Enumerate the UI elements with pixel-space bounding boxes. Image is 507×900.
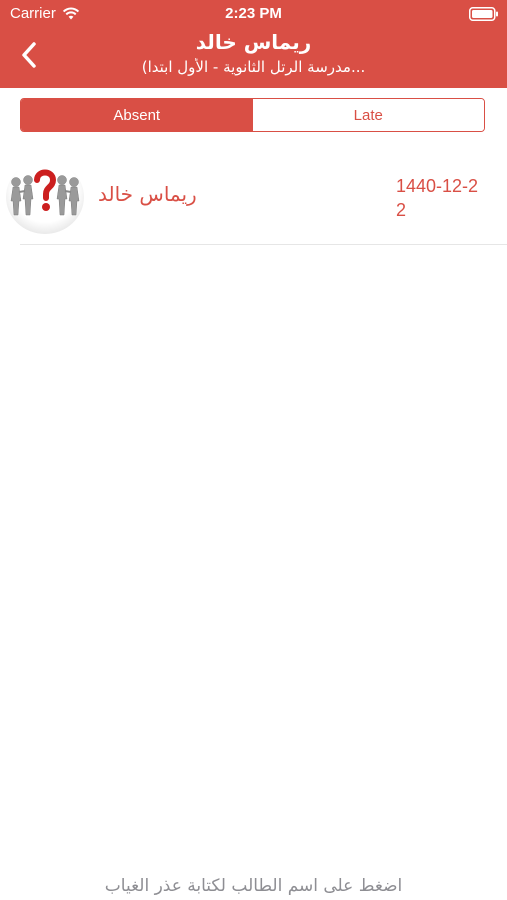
back-button[interactable] (14, 38, 44, 72)
student-name[interactable]: ريماس خالد (98, 182, 197, 206)
page-title: ريماس خالد (195, 30, 312, 54)
footer-hint: اضغط على اسم الطالب لكتابة عذر الغياب (104, 876, 403, 896)
student-row[interactable]: ريماس خالد 1440-12-22 (0, 148, 507, 245)
navigation-header: Carrier 2:23 PM ريماس خالد (مدرسة الرتل … (0, 0, 507, 88)
absence-date: 1440-12-22 (396, 176, 479, 220)
chevron-left-icon (22, 42, 36, 68)
question-people-icon (6, 160, 84, 234)
absence-type-segmented-control: Absent Late (20, 98, 485, 132)
page-subtitle: (مدرسة الرتل الثانوية - الأول ابتدا... (141, 58, 366, 76)
battery-icon (469, 6, 499, 21)
segment-late[interactable]: Late (252, 99, 484, 131)
clock: 2:23 PM (225, 5, 282, 22)
segment-absent[interactable]: Absent (21, 99, 253, 131)
row-divider (20, 244, 507, 245)
status-bar: Carrier 2:23 PM (0, 0, 507, 28)
